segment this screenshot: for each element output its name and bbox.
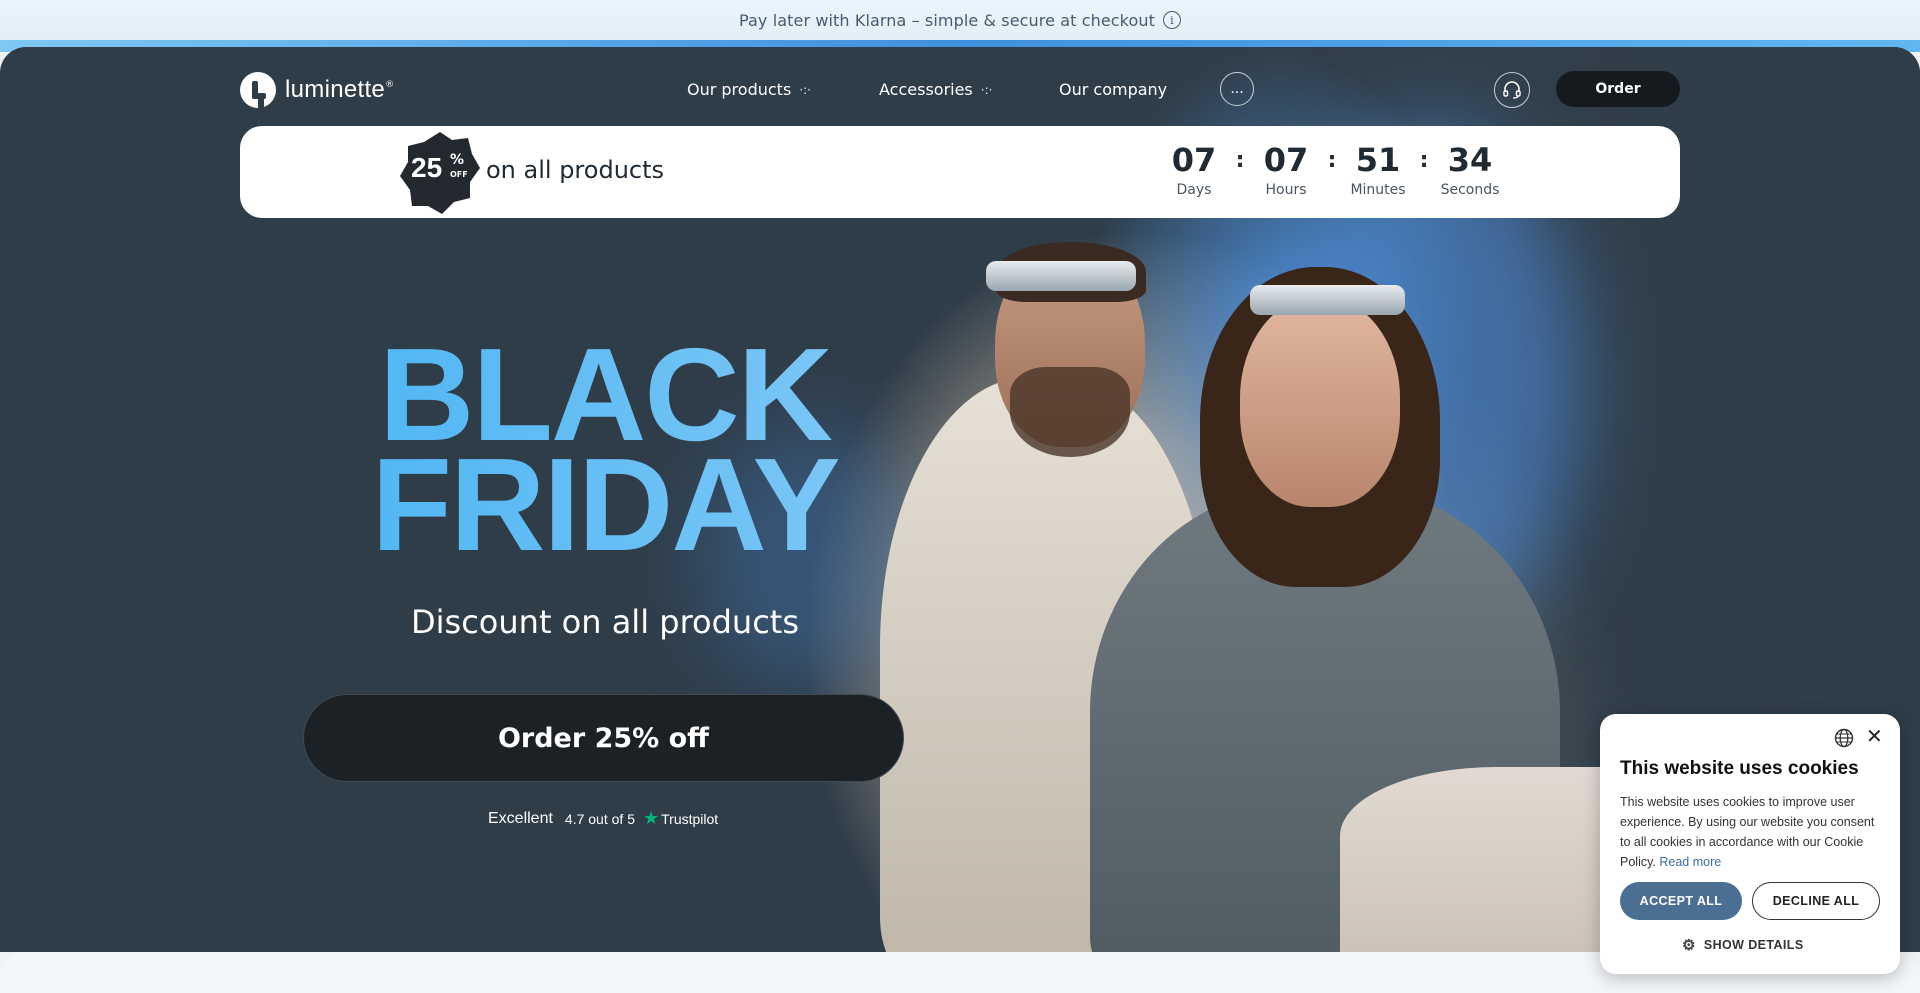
countdown-value: 34: [1447, 141, 1493, 179]
info-icon[interactable]: i: [1162, 11, 1181, 29]
countdown-label: Minutes: [1350, 182, 1406, 198]
order-button[interactable]: Order: [1556, 71, 1680, 107]
order-discount-button[interactable]: Order 25% off: [303, 694, 904, 782]
dropdown-icon: ·:·: [799, 82, 811, 97]
logo-text: luminette: [285, 76, 386, 103]
countdown-value: 51: [1355, 141, 1401, 179]
cookie-title: This website uses cookies: [1620, 758, 1859, 779]
support-button[interactable]: [1494, 72, 1530, 108]
badge-off: OFF: [450, 170, 468, 179]
logo[interactable]: luminette ®: [240, 72, 394, 108]
show-details-label: SHOW DETAILS: [1703, 938, 1804, 952]
headline-line2: FRIDAY: [340, 439, 870, 571]
nav-item-our-products[interactable]: Our products ·:·: [687, 80, 811, 99]
nav-item-label: Our company: [1059, 80, 1168, 99]
close-icon[interactable]: ✕: [1866, 724, 1883, 749]
countdown-separator: :: [1235, 148, 1245, 173]
headband-device: [1250, 285, 1405, 315]
main-nav: luminette ® Our products ·:· Accessories…: [240, 68, 1680, 112]
dropdown-icon: ·:·: [980, 82, 993, 97]
subheadline: Discount on all products: [411, 603, 799, 641]
trust-score: 4.7 out of 5: [564, 810, 635, 827]
show-details-button[interactable]: ⚙ SHOW DETAILS: [1682, 936, 1804, 954]
announcement-bar: Pay later with Klarna – simple & secure …: [0, 0, 1920, 40]
decline-all-button[interactable]: DECLINE ALL: [1752, 882, 1880, 920]
countdown-value: 07: [1171, 141, 1217, 179]
countdown-label: Seconds: [1440, 182, 1500, 198]
announcement-text: Pay later with Klarna – simple & secure …: [739, 10, 1155, 30]
trust-rating-word: Excellent: [488, 809, 553, 827]
countdown-days: 07 Days: [1164, 142, 1224, 198]
gear-icon: ⚙: [1682, 937, 1696, 954]
headline: BLACK FRIDAY: [340, 329, 870, 571]
badge-number: 25: [411, 152, 443, 183]
countdown-separator: :: [1419, 148, 1429, 173]
countdown-hours: 07 Hours: [1256, 142, 1316, 198]
registered-mark: ®: [385, 80, 395, 90]
badge-percent: %: [450, 152, 465, 168]
cookie-banner: ✕ This website uses cookies This website…: [1600, 714, 1900, 974]
more-menu-button[interactable]: ...: [1220, 72, 1254, 106]
nav-item-accessories[interactable]: Accessories ·:·: [879, 80, 992, 99]
trustpilot-rating[interactable]: Excellent 4.7 out of 5 ★ Trustpilot: [488, 808, 718, 829]
countdown-value: 07: [1263, 141, 1309, 179]
countdown-minutes: 51 Minutes: [1348, 142, 1408, 198]
headband-device: [986, 261, 1136, 291]
nav-item-label: Accessories: [879, 80, 973, 99]
trustpilot-star-icon: ★: [642, 808, 660, 828]
countdown-label: Hours: [1265, 182, 1307, 198]
promo-bar: 25 % OFF on all products 07 Days : 07 Ho…: [240, 126, 1680, 218]
trust-brand: Trustpilot: [661, 810, 719, 827]
language-globe-icon[interactable]: [1834, 728, 1854, 748]
promo-text: on all products: [486, 156, 665, 184]
read-more-link[interactable]: Read more: [1659, 855, 1721, 869]
logo-mark-icon: [240, 72, 276, 108]
nav-item-label: Our products: [687, 80, 792, 99]
accept-all-button[interactable]: ACCEPT ALL: [1620, 882, 1742, 920]
countdown-timer: 07 Days : 07 Hours : 51 Minutes : 34 Sec…: [1164, 142, 1500, 198]
headset-icon: [1503, 81, 1521, 99]
discount-badge: 25 % OFF: [400, 130, 480, 214]
cookie-body: This website uses cookies to improve use…: [1620, 792, 1882, 872]
countdown-label: Days: [1176, 182, 1212, 198]
nav-item-our-company[interactable]: Our company: [1059, 80, 1167, 99]
countdown-separator: :: [1327, 148, 1337, 173]
countdown-seconds: 34 Seconds: [1440, 142, 1500, 198]
